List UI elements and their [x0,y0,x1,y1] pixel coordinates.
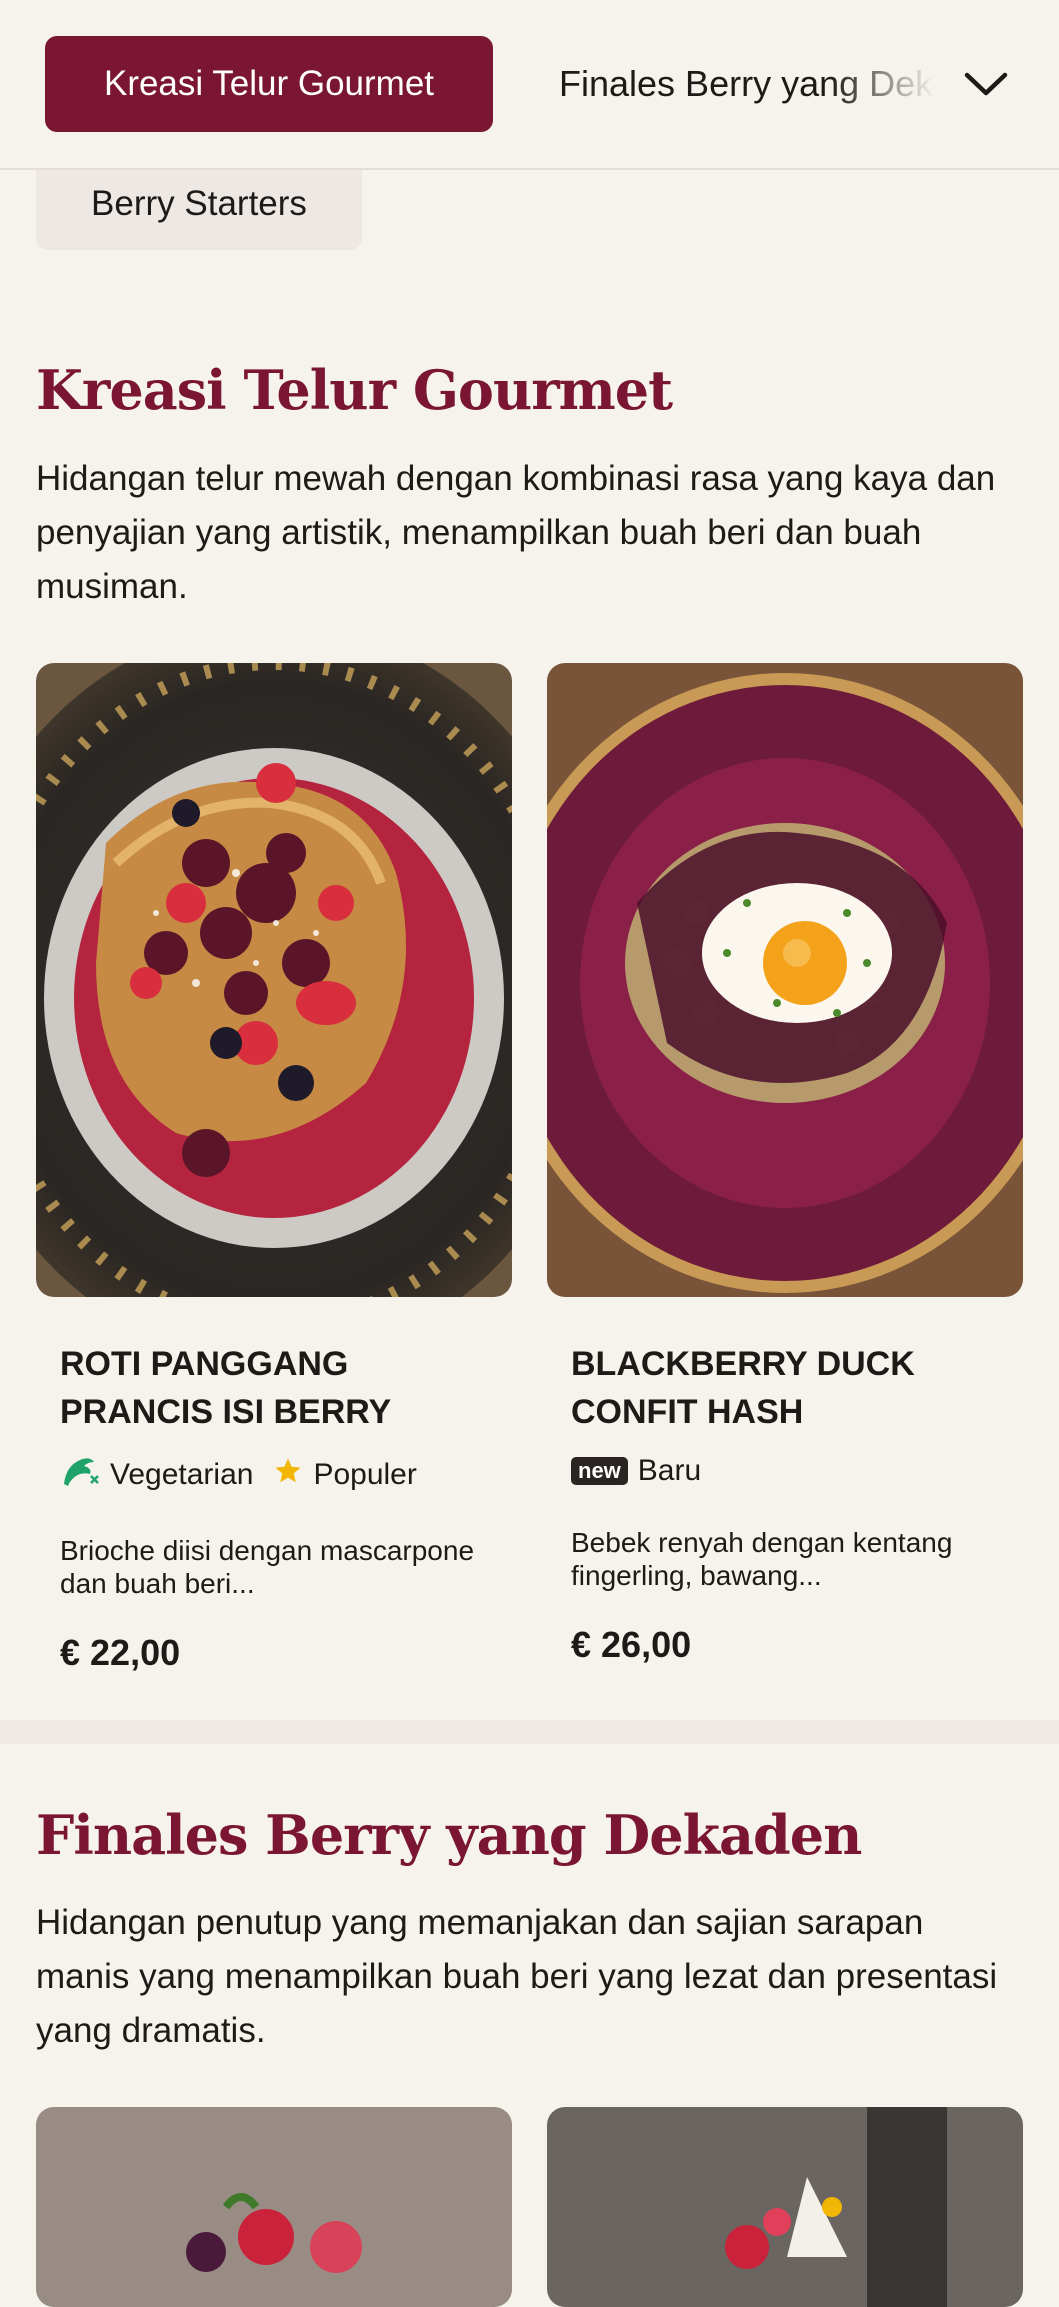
tag-label: Baru [637,1454,702,1487]
menu-item-image-berry-dessert-2[interactable] [547,2107,1023,2307]
tag-label: Populer [313,1458,417,1491]
tag-label: Vegetarian [110,1458,254,1491]
menu-item-image-french-toast[interactable] [36,663,512,1297]
category-tab-berry-starters-label: Berry Starters [91,184,307,223]
chevron-down-icon[interactable] [960,58,1012,110]
tag-vegetarian: Vegetarian [60,1454,253,1496]
menu-item-description: Bebek renyah dengan kentang fingerling, … [571,1527,953,1591]
section-description-egg: Hidangan telur mewah dengan kombinasi ra… [36,459,996,606]
menu-item-price: € 26,00 [571,1624,692,1665]
section-divider [0,1720,1059,1744]
category-tab-active-label: Kreasi Telur Gourmet [103,64,435,103]
nav-fade-overlay [830,30,970,140]
new-badge: new [571,1457,628,1485]
menu-item-description: Brioche diisi dengan mascarpone dan buah… [60,1535,475,1599]
section-title-egg: Kreasi Telur Gourmet [36,358,673,422]
menu-item-image-duck-hash[interactable] [547,663,1023,1297]
menu-item-image-berry-dessert-1[interactable] [36,2107,512,2307]
menu-item-tags: Vegetarian Populer [60,1454,500,1496]
category-tab-active[interactable]: Kreasi Telur Gourmet [45,36,493,132]
menu-item-title: ROTI PANGGANG PRANCIS ISI BERRY [60,1345,392,1431]
section-title-berry-finales: Finales Berry yang Dekaden [36,1803,862,1867]
menu-item-tags: new Baru [571,1454,1011,1488]
menu-item-card-french-toast[interactable]: ROTI PANGGANG PRANCIS ISI BERRY Vegetari… [60,1340,500,1674]
tag-popular: Populer [273,1456,417,1494]
tag-new: new Baru [571,1454,701,1488]
category-nav: Kreasi Telur Gourmet Finales Berry yang … [0,0,1059,170]
star-icon [273,1456,303,1494]
category-tab-berry-starters[interactable]: Berry Starters [36,158,362,250]
menu-item-card-duck-hash[interactable]: BLACKBERRY DUCK CONFIT HASH new Baru Beb… [571,1340,1011,1666]
section-description-berry-finales: Hidangan penutup yang memanjakan dan saj… [36,1903,998,2050]
menu-item-title: BLACKBERRY DUCK CONFIT HASH [571,1345,915,1431]
menu-item-price: € 22,00 [60,1632,181,1673]
vegetarian-leaf-icon [60,1454,100,1496]
